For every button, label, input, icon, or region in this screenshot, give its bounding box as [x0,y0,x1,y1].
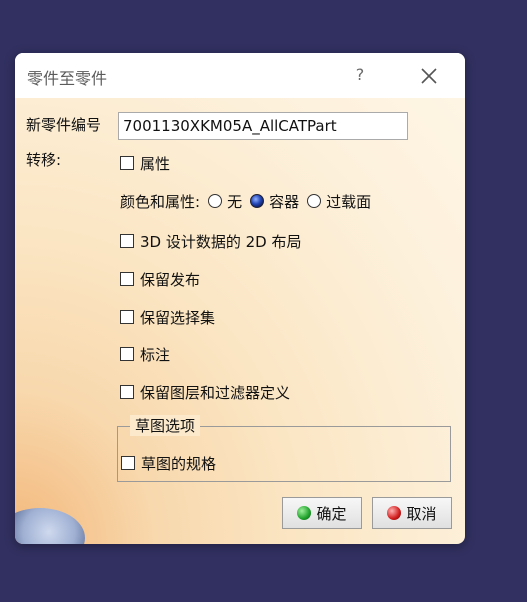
help-button[interactable]: ? [350,63,370,87]
dialog-title: 零件至零件 [27,69,108,88]
cancel-label: 取消 [406,504,437,523]
transfer-label: 转移: [26,151,62,169]
checkbox-2d-layout-label: 3D 设计数据的 2D 布局 [140,232,302,251]
checkbox-row-keep-layers-filters[interactable]: 保留图层和过滤器定义 [120,381,290,403]
color-props-radio-group: 颜色和属性: 无 容器 过载面 [120,190,371,212]
checkbox-annotations[interactable] [120,347,134,361]
radio-overload-face[interactable] [307,194,322,208]
attributes-label: 属性 [140,154,171,173]
checkbox-row-2d-layout[interactable]: 3D 设计数据的 2D 布局 [120,230,302,252]
ok-icon [297,506,312,520]
checkbox-keep-layers-filters[interactable] [120,385,134,399]
radio-none[interactable] [208,194,223,208]
checkbox-keep-selection-sets-label: 保留选择集 [140,308,216,327]
radio-container[interactable] [250,194,265,208]
title-bar: 零件至零件 ? [15,53,465,98]
ok-button[interactable]: 确定 [282,497,362,529]
checkbox-keep-publication[interactable] [120,272,134,286]
cancel-button[interactable]: 取消 [372,497,452,529]
checkbox-keep-layers-filters-label: 保留图层和过滤器定义 [140,383,291,402]
part-to-part-dialog: 零件至零件 ? 新零件编号 7001130XKM05A_AllCATPart 转… [15,53,465,544]
checkbox-row-annotations[interactable]: 标注 [120,343,170,365]
radio-container-label: 容器 [269,192,300,211]
attributes-checkbox-row[interactable]: 属性 [120,152,170,174]
cancel-icon [387,506,402,520]
radio-none-label: 无 [227,192,243,211]
checkbox-keep-publication-label: 保留发布 [140,270,201,289]
checkbox-row-sketch-spec[interactable]: 草图的规格 [121,452,216,474]
checkbox-sketch-spec-label: 草图的规格 [141,454,217,473]
sketch-options-title: 草图选项 [130,415,201,436]
checkbox-2d-layout[interactable] [120,234,134,248]
close-icon [421,68,437,84]
radio-overload-face-label: 过载面 [326,192,372,211]
checkbox-keep-selection-sets[interactable] [120,310,134,324]
ok-label: 确定 [316,504,347,523]
attributes-checkbox[interactable] [120,156,134,170]
new-part-number-input[interactable]: 7001130XKM05A_AllCATPart [118,112,408,140]
checkbox-row-keep-publication[interactable]: 保留发布 [120,268,200,290]
checkbox-sketch-spec[interactable] [121,456,135,470]
checkbox-annotations-label: 标注 [140,345,171,364]
checkbox-row-keep-selection-sets[interactable]: 保留选择集 [120,306,215,328]
close-button[interactable] [417,64,441,88]
color-props-label: 颜色和属性: [120,192,201,211]
decorative-sphere [15,508,85,544]
new-part-number-label: 新零件编号 [26,116,102,134]
